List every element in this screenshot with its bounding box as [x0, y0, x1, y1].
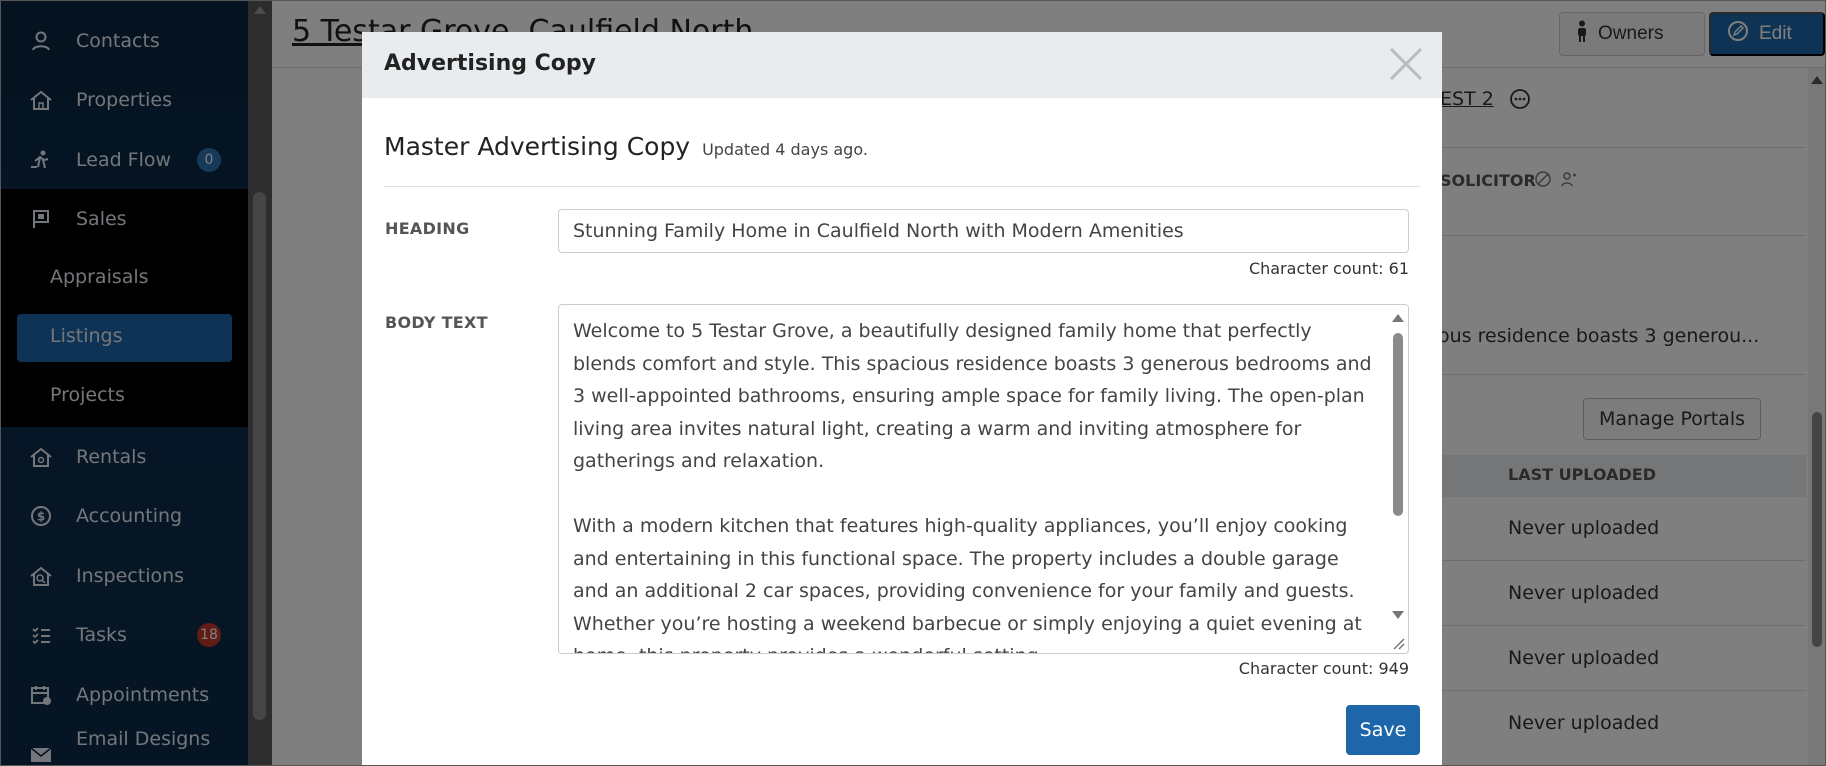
- scroll-up-arrow-icon[interactable]: [1392, 314, 1404, 322]
- resize-grip-icon[interactable]: [1390, 635, 1406, 651]
- heading-char-count: Character count: 61: [1248, 259, 1409, 278]
- heading-input[interactable]: [558, 209, 1409, 253]
- body-text-area[interactable]: Welcome to 5 Testar Grove, a beautifully…: [558, 304, 1409, 654]
- modal-header: Advertising Copy: [362, 32, 1442, 98]
- updated-timestamp: Updated 4 days ago.: [702, 140, 868, 159]
- body-text-content[interactable]: Welcome to 5 Testar Grove, a beautifully…: [573, 315, 1375, 653]
- advertising-copy-modal: Advertising Copy Master Advertising Copy…: [362, 32, 1442, 766]
- scrollbar-thumb[interactable]: [1393, 333, 1403, 516]
- body-text-label: BODY TEXT: [385, 313, 488, 332]
- section-divider: [384, 186, 1420, 187]
- textarea-scrollbar[interactable]: [1388, 305, 1408, 635]
- scroll-down-arrow-icon[interactable]: [1392, 611, 1404, 619]
- close-icon[interactable]: [1386, 44, 1426, 84]
- modal-title: Advertising Copy: [384, 51, 596, 76]
- section-title: Master Advertising Copy Updated 4 days a…: [384, 132, 868, 161]
- section-title-text: Master Advertising Copy: [384, 132, 691, 161]
- heading-label: HEADING: [385, 219, 470, 238]
- save-button[interactable]: Save: [1346, 705, 1420, 755]
- body-char-count: Character count: 949: [1238, 659, 1409, 678]
